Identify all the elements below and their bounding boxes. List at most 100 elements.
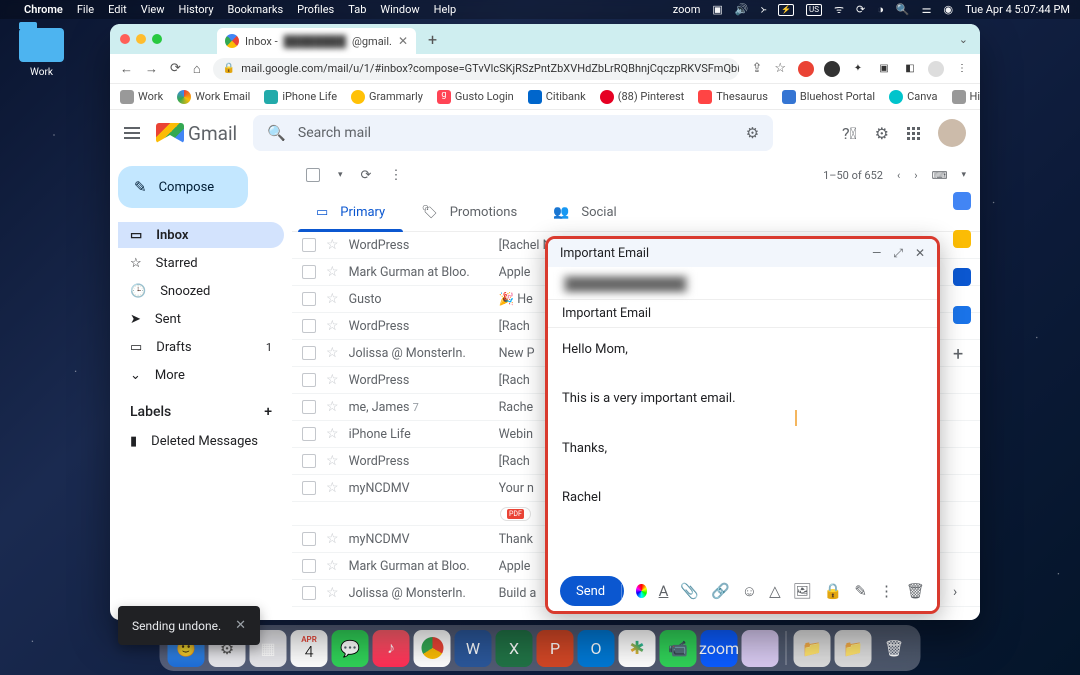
nav-back-icon[interactable]: ←	[120, 61, 133, 77]
send-options-icon[interactable]: ▾	[621, 584, 624, 599]
dock-facetime[interactable]: 📹	[660, 630, 697, 667]
formatting-color-icon[interactable]	[636, 584, 647, 598]
bookmark-thesaurus[interactable]: Thesaurus	[698, 90, 768, 104]
row-checkbox[interactable]	[302, 346, 316, 360]
menu-window[interactable]: Window	[380, 3, 419, 16]
window-zoom-button[interactable]	[152, 34, 162, 44]
volume-icon[interactable]: 🔊	[735, 3, 749, 16]
row-star-icon[interactable]: ☆	[326, 480, 339, 496]
row-star-icon[interactable]: ☆	[326, 453, 339, 469]
desktop-folder-work[interactable]: Work	[14, 28, 69, 78]
compose-close-icon[interactable]: ✕	[915, 246, 925, 261]
compose-header[interactable]: Important Email — ⤢ ✕	[548, 239, 937, 267]
bookmark-citibank[interactable]: Citibank	[528, 90, 586, 104]
row-checkbox[interactable]	[302, 481, 316, 495]
compose-minimize-icon[interactable]: —	[872, 246, 881, 261]
row-star-icon[interactable]: ☆	[326, 372, 339, 388]
menubar-app-name[interactable]: Chrome	[24, 3, 63, 16]
address-bar[interactable]: 🔒 mail.google.com/mail/u/1/#inbox?compos…	[213, 58, 740, 80]
browser-tab-inbox[interactable]: Inbox - ████████ @gmail. ✕	[217, 28, 416, 54]
tab-close-icon[interactable]: ✕	[398, 34, 408, 48]
zoom-menulet[interactable]: zoom	[673, 3, 701, 16]
dock-music[interactable]: ♪	[373, 630, 410, 667]
tasks-addon-icon[interactable]	[953, 268, 971, 286]
bookmark-iphone-life[interactable]: iPhone Life	[264, 90, 337, 104]
row-checkbox[interactable]	[302, 319, 316, 333]
nav-home-icon[interactable]: ⌂	[193, 61, 201, 77]
hide-side-panel-icon[interactable]: ›	[953, 584, 971, 602]
sidebar-item-snoozed[interactable]: 🕒Snoozed	[118, 278, 284, 304]
gmail-logo[interactable]: Gmail	[156, 122, 237, 145]
select-dropdown-icon[interactable]: ▾	[338, 170, 343, 180]
confidential-mode-icon[interactable]: 🔒	[824, 582, 843, 600]
menu-help[interactable]: Help	[434, 3, 457, 16]
row-checkbox[interactable]	[302, 559, 316, 573]
row-checkbox[interactable]	[302, 238, 316, 252]
row-checkbox[interactable]	[302, 265, 316, 279]
dock-calendar[interactable]: APR4	[291, 630, 328, 667]
menu-view[interactable]: View	[141, 3, 165, 16]
pdf-attachment-chip[interactable]: PDF	[500, 507, 531, 521]
screen-share-icon[interactable]: ▣	[712, 3, 722, 16]
bookmark-star-icon[interactable]: ☆	[774, 61, 786, 76]
keep-addon-icon[interactable]	[953, 230, 971, 248]
row-checkbox[interactable]	[302, 373, 316, 387]
sync-icon[interactable]: ⟳	[856, 3, 865, 16]
sidebar-item-starred[interactable]: ☆Starred	[118, 250, 284, 276]
cast-icon[interactable]: ▣	[876, 61, 892, 77]
send-button[interactable]: Send ▾	[560, 576, 624, 606]
page-prev-icon[interactable]: ‹	[897, 169, 900, 182]
row-star-icon[interactable]: ☆	[326, 399, 339, 415]
insert-photo-icon[interactable]: 🖼	[793, 582, 812, 600]
input-source-icon[interactable]: US	[806, 4, 822, 16]
row-checkbox[interactable]	[302, 400, 316, 414]
sidebar-item-inbox[interactable]: ▭Inbox	[118, 222, 284, 248]
row-star-icon[interactable]: ☆	[326, 531, 339, 547]
menu-file[interactable]: File	[77, 3, 94, 16]
row-star-icon[interactable]: ☆	[326, 291, 339, 307]
row-star-icon[interactable]: ☆	[326, 585, 339, 601]
formatting-icon[interactable]: A	[659, 582, 669, 600]
nav-reload-icon[interactable]: ⟳	[170, 61, 181, 76]
row-checkbox[interactable]	[302, 454, 316, 468]
tab-promotions[interactable]: 🏷Promotions	[403, 194, 535, 231]
extensions-puzzle-icon[interactable]: ✦	[850, 61, 866, 77]
compose-button[interactable]: ✎ Compose	[118, 166, 248, 208]
row-checkbox[interactable]	[302, 292, 316, 306]
compose-to-field[interactable]: ██████████████	[548, 267, 937, 300]
insert-emoji-icon[interactable]: ☺	[742, 582, 757, 600]
bookmark-pinterest[interactable]: (88) Pinterest	[600, 90, 685, 104]
dock-outlook[interactable]: O	[578, 630, 615, 667]
compose-body-textarea[interactable]: Hello Mom, This is a very important emai…	[548, 328, 937, 571]
dock-trash[interactable]: 🗑	[876, 630, 913, 667]
row-checkbox[interactable]	[302, 586, 316, 600]
input-tools-dropdown-icon[interactable]: ▾	[961, 170, 966, 180]
spotlight-icon[interactable]: 🔍	[896, 3, 910, 16]
display-icon[interactable]: ◑	[877, 3, 884, 16]
menu-bookmarks[interactable]: Bookmarks	[228, 3, 284, 16]
menubar-datetime[interactable]: Tue Apr 4 5:07:44 PM	[965, 3, 1070, 16]
siri-icon[interactable]: ◉	[943, 3, 953, 16]
bookmark-canva[interactable]: Canva	[889, 90, 937, 104]
dock-folder[interactable]: 📁	[794, 630, 831, 667]
contacts-addon-icon[interactable]	[953, 306, 971, 324]
menu-tab[interactable]: Tab	[348, 3, 366, 16]
search-mail-input[interactable]: 🔍 Search mail ⚙	[253, 115, 773, 151]
row-star-icon[interactable]: ☆	[326, 264, 339, 280]
more-actions-icon[interactable]: ⋮	[389, 168, 402, 183]
bookmark-grammarly[interactable]: Grammarly	[351, 90, 423, 104]
row-checkbox[interactable]	[302, 427, 316, 441]
battery-icon[interactable]: ⚡	[778, 4, 794, 16]
sidebar-item-sent[interactable]: ➤Sent	[118, 306, 284, 332]
get-addons-icon[interactable]: +	[953, 344, 971, 362]
dock-word[interactable]: W	[455, 630, 492, 667]
discard-draft-icon[interactable]: 🗑	[906, 582, 925, 600]
more-options-icon[interactable]: ⋮	[879, 582, 894, 600]
bookmark-work-email[interactable]: Work Email	[177, 90, 250, 104]
sidepanel-icon[interactable]: ◧	[902, 61, 918, 77]
row-star-icon[interactable]: ☆	[326, 558, 339, 574]
select-all-checkbox[interactable]	[306, 168, 320, 182]
window-minimize-button[interactable]	[136, 34, 146, 44]
refresh-icon[interactable]: ⟳	[361, 168, 372, 183]
share-icon[interactable]: ⇪	[751, 61, 762, 76]
